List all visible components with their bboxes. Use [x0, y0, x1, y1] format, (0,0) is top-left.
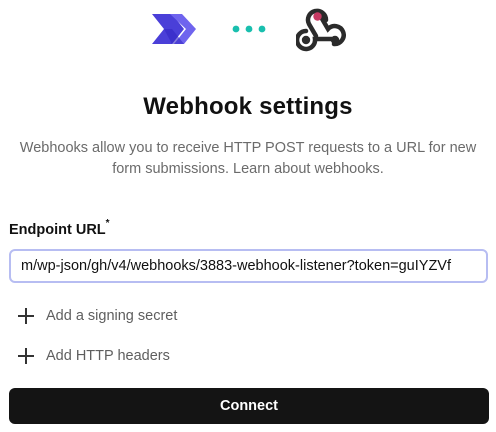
plus-icon	[18, 308, 34, 324]
add-signing-secret-label: Add a signing secret	[46, 308, 178, 324]
page-title: Webhook settings	[143, 93, 353, 120]
ellipsis-dots-icon	[232, 25, 266, 33]
add-signing-secret-button[interactable]: Add a signing secret	[18, 305, 177, 327]
endpoint-url-label-text: Endpoint URL	[9, 221, 106, 238]
webhooks-description: Webhooks allow you to receive HTTP POST …	[19, 140, 477, 177]
webhook-icon	[296, 8, 346, 52]
required-mark: *	[105, 218, 110, 229]
chevron-arrows-logo-icon	[152, 14, 196, 44]
connect-button[interactable]: Connect	[9, 388, 489, 424]
add-http-headers-label: Add HTTP headers	[46, 348, 170, 364]
integration-logos	[0, 6, 496, 54]
add-http-headers-button[interactable]: Add HTTP headers	[18, 345, 170, 367]
plus-icon	[18, 348, 34, 364]
endpoint-url-label: Endpoint URL*	[9, 218, 110, 238]
endpoint-url-input[interactable]	[9, 249, 488, 283]
webhook-settings-panel: Webhook settings Webhooks allow you to r…	[0, 0, 496, 432]
